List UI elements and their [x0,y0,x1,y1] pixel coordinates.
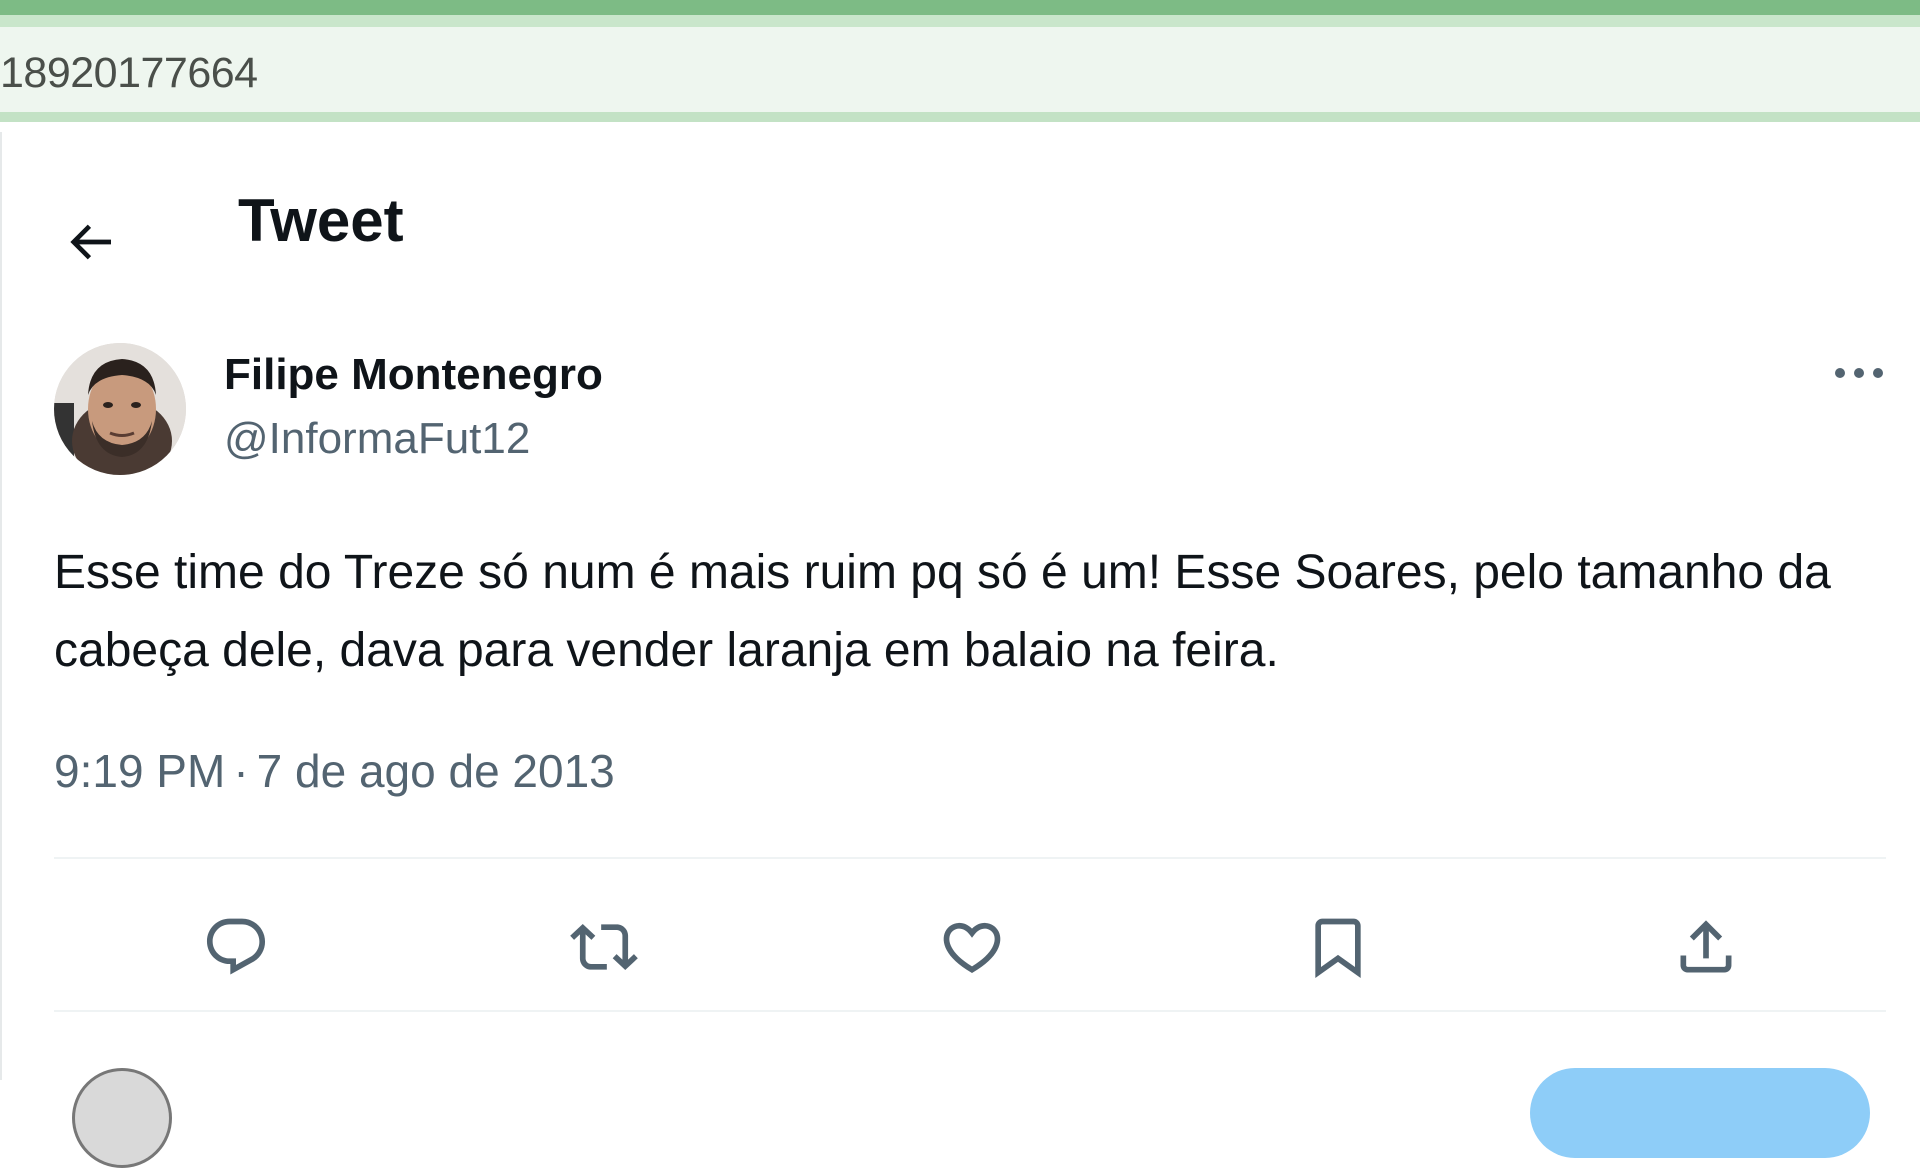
timestamp-separator: · [233,745,249,797]
url-text[interactable]: 18920177664 [0,49,258,98]
tweet-time[interactable]: 9:19 PM [54,745,225,797]
author-name[interactable]: Filipe Montenegro [224,350,603,400]
tweet-actions-bar [54,857,1886,997]
tweet-timestamp: 9:19 PM · 7 de ago de 2013 [54,744,615,798]
share-button[interactable] [1666,907,1746,987]
divider-bottom [54,1010,1886,1012]
page-title: Tweet [238,187,404,254]
more-dots-icon [1835,368,1883,378]
tweet-date[interactable]: 7 de ago de 2013 [257,745,615,797]
retweet-button[interactable] [564,907,644,987]
browser-top-stripe [0,0,1920,15]
browser-top-stripe-light [0,15,1920,27]
bookmark-button[interactable] [1298,907,1378,987]
reply-submit-button[interactable] [1530,1068,1870,1158]
reply-composer-avatar [72,1068,172,1168]
address-bar[interactable]: 18920177664 [0,27,1920,122]
tweet-text: Esse time do Treze só num é mais ruim pq… [54,546,1831,677]
like-button[interactable] [932,907,1012,987]
bookmark-icon [1315,918,1361,978]
reply-button[interactable] [196,907,276,987]
share-icon [1680,920,1732,973]
avatar-photo [54,343,186,475]
avatar[interactable] [54,343,186,475]
more-options-button[interactable] [1824,348,1894,398]
arrow-left-icon [70,224,111,260]
author-handle[interactable]: @InformaFut12 [224,414,530,464]
reply-icon [206,918,266,975]
heart-icon [943,922,1001,973]
tweet-page: Tweet Filipe Montenegro @InformaFut12 Es… [0,132,1920,1168]
back-button[interactable] [50,202,130,282]
retweet-icon [570,923,638,971]
